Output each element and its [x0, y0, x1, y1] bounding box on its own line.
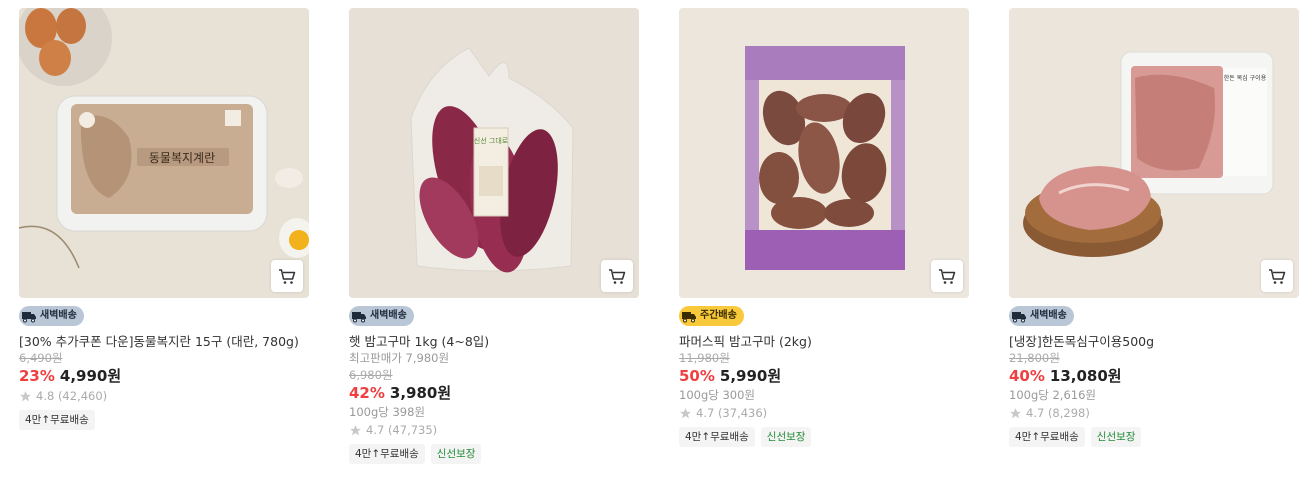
delivery-badge: 새벽배송	[1009, 306, 1074, 326]
product-image[interactable]: 동물복지계란	[19, 8, 309, 298]
add-to-cart-button[interactable]	[601, 260, 633, 292]
free-shipping-tag: 4만↑무료배송	[19, 410, 95, 430]
product-grid: 동물복지계란 새벽배송 [30% 추가쿠폰 다운]동물복지란 15구 (대란, …	[0, 0, 1315, 493]
star-icon	[349, 424, 362, 437]
delivery-badge-label: 주간배송	[700, 310, 737, 321]
truck-icon	[1012, 312, 1026, 323]
package-label-text: 한돈 목심 구이용	[1224, 74, 1267, 82]
discount-rate: 23%	[19, 367, 55, 385]
delivery-badge: 새벽배송	[19, 306, 84, 326]
add-to-cart-button[interactable]	[931, 260, 963, 292]
truck-icon	[22, 312, 36, 323]
price-row: 42% 3,980원	[349, 383, 639, 404]
price-row: 40% 13,080원	[1009, 366, 1299, 387]
original-price: 6,980원	[349, 368, 393, 382]
unit-price: 100g당 300원	[679, 388, 756, 402]
add-to-cart-button[interactable]	[271, 260, 303, 292]
star-icon	[19, 390, 32, 403]
unit-price: 100g당 398원	[349, 405, 426, 419]
rating-text: 4.7 (47,735)	[366, 423, 438, 437]
rating-text: 4.7 (8,298)	[1026, 406, 1090, 420]
egg-carton-image: 동물복지계란	[19, 8, 309, 298]
product-name[interactable]: [30% 추가쿠폰 다운]동물복지란 15구 (대란, 780g)	[19, 334, 309, 350]
rating: 4.7 (47,735)	[349, 421, 639, 440]
sale-price: 4,990원	[59, 367, 122, 385]
tag-list: 4만↑무료배송 신선보장	[349, 444, 639, 464]
rating: 4.7 (37,436)	[679, 404, 969, 423]
cart-icon	[1269, 269, 1286, 284]
fresh-guarantee-tag: 신선보장	[430, 444, 482, 464]
free-shipping-tag: 4만↑무료배송	[679, 427, 755, 447]
original-price: 11,980원	[679, 351, 730, 365]
free-shipping-tag: 4만↑무료배송	[349, 444, 425, 464]
original-price: 6,490원	[19, 351, 63, 365]
product-card[interactable]: 주간배송 파머스픽 밤고구마 (2kg) 11,980원 50% 5,990원 1…	[679, 8, 969, 447]
truck-icon	[682, 312, 696, 323]
cart-icon	[609, 269, 626, 284]
tag-list: 4만↑무료배송	[19, 410, 309, 430]
add-to-cart-button[interactable]	[1261, 260, 1293, 292]
rating-text: 4.7 (37,436)	[696, 406, 768, 420]
sale-price: 13,080원	[1049, 367, 1122, 385]
fresh-guarantee-tag: 신선보장	[1090, 427, 1142, 447]
discount-rate: 40%	[1009, 367, 1045, 385]
product-name[interactable]: [냉장]한돈목심구이용500g	[1009, 334, 1299, 350]
discount-rate: 50%	[679, 367, 715, 385]
sale-price: 3,980원	[389, 384, 452, 402]
rating: 4.7 (8,298)	[1009, 404, 1299, 423]
product-name[interactable]: 파머스픽 밤고구마 (2kg)	[679, 334, 969, 350]
product-card[interactable]: 신선 그대로 새벽배송 햇 밤고구마 1kg (4~8입) 최고판매가 7,98…	[349, 8, 639, 464]
tag-list: 4만↑무료배송 신선보장	[1009, 427, 1299, 447]
unit-price: 100g당 2,616원	[1009, 388, 1096, 402]
discount-rate: 42%	[349, 384, 385, 402]
cart-icon	[939, 269, 956, 284]
product-card[interactable]: 동물복지계란 새벽배송 [30% 추가쿠폰 다운]동물복지란 15구 (대란, …	[19, 8, 309, 430]
delivery-badge: 주간배송	[679, 306, 744, 326]
rating: 4.8 (42,460)	[19, 387, 309, 406]
truck-icon	[352, 312, 366, 323]
sweet-potato-box-image	[679, 8, 969, 298]
package-label-text: 동물복지계란	[149, 151, 215, 165]
free-shipping-tag: 4만↑무료배송	[1009, 427, 1085, 447]
product-image[interactable]: 신선 그대로	[349, 8, 639, 298]
original-price: 21,800원	[1009, 351, 1060, 365]
star-icon	[679, 407, 692, 420]
tag-list: 4만↑무료배송 신선보장	[679, 427, 969, 447]
delivery-badge-label: 새벽배송	[370, 310, 407, 321]
product-image[interactable]: 한돈 목심 구이용	[1009, 8, 1299, 298]
cart-icon	[279, 269, 296, 284]
best-price: 최고판매가 7,980원	[349, 351, 450, 365]
pork-neck-image: 한돈 목심 구이용	[1009, 8, 1299, 298]
sale-price: 5,990원	[719, 367, 782, 385]
price-row: 50% 5,990원	[679, 366, 969, 387]
product-card[interactable]: 한돈 목심 구이용 새벽배송 [냉장]한돈목심구이용500g 21,800원 4…	[1009, 8, 1299, 447]
product-name[interactable]: 햇 밤고구마 1kg (4~8입)	[349, 334, 639, 350]
sweet-potato-bag-image: 신선 그대로	[349, 8, 639, 298]
delivery-badge-label: 새벽배송	[1030, 310, 1067, 321]
rating-text: 4.8 (42,460)	[36, 389, 108, 403]
price-row: 23% 4,990원	[19, 366, 309, 387]
package-label-text: 신선 그대로	[474, 136, 509, 145]
delivery-badge-label: 새벽배송	[40, 310, 77, 321]
star-icon	[1009, 407, 1022, 420]
fresh-guarantee-tag: 신선보장	[760, 427, 812, 447]
product-image[interactable]	[679, 8, 969, 298]
delivery-badge: 새벽배송	[349, 306, 414, 326]
